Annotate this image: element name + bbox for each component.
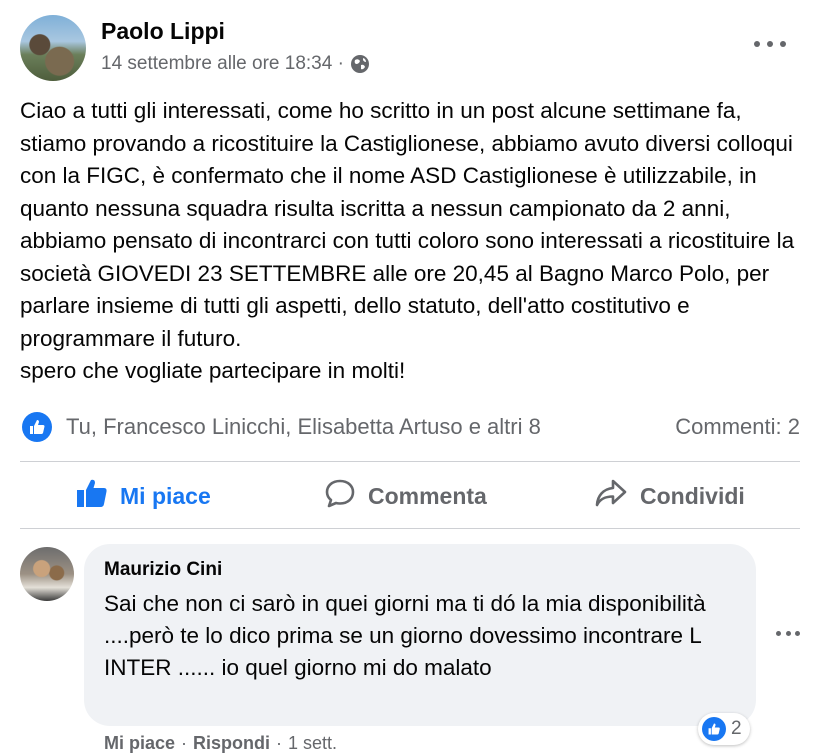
more-dot — [776, 630, 781, 636]
post-author-avatar[interactable] — [20, 15, 86, 81]
separator-dot: · — [181, 733, 188, 753]
comment-bubble: Maurizio Cini Sai che non ci sarò in que… — [84, 544, 756, 726]
comment-bubble-icon — [324, 478, 356, 514]
post-text: Ciao a tutti gli interessati, come ho sc… — [20, 98, 795, 383]
reactions-names[interactable]: Tu, Francesco Linicchi, Elisabetta Artus… — [66, 414, 541, 440]
post-options-button[interactable] — [754, 34, 786, 54]
like-button-label: Mi piace — [120, 482, 211, 509]
post-meta: 14 settembre alle ore 18:34 · — [101, 53, 370, 75]
more-dot — [785, 630, 791, 636]
separator-dot: · — [276, 733, 283, 753]
comment-like-link[interactable]: Mi piace — [104, 733, 175, 754]
share-button[interactable]: Condividi — [594, 474, 745, 518]
comment-reply-link[interactable]: Rispondi — [193, 733, 270, 754]
more-dot — [754, 41, 760, 47]
comment-text: Sai che non ci sarò in quei giorni ma ti… — [104, 591, 706, 680]
like-reaction-icon[interactable] — [22, 412, 52, 442]
globe-icon — [350, 54, 370, 74]
comment-options-button[interactable] — [776, 628, 800, 638]
comment-actions: Mi piace · Rispondi · 1 sett. — [104, 733, 337, 754]
comment-author-name[interactable]: Maurizio Cini — [104, 559, 222, 581]
more-dot — [780, 41, 786, 47]
more-dot — [767, 41, 773, 47]
comment-reactions[interactable]: 2 — [698, 713, 750, 745]
comment-author-avatar[interactable] — [20, 547, 74, 601]
thumbs-up-icon — [76, 478, 108, 514]
comment-button[interactable]: Commenta — [324, 474, 487, 518]
post-timestamp[interactable]: 14 settembre alle ore 18:34 · — [101, 53, 344, 75]
share-arrow-icon — [594, 478, 628, 514]
divider — [20, 461, 800, 462]
comment-reaction-count: 2 — [731, 718, 742, 739]
comment-button-label: Commenta — [368, 482, 487, 509]
more-dot — [795, 630, 800, 636]
like-reaction-icon — [702, 717, 726, 741]
divider — [20, 528, 800, 529]
comment-age[interactable]: 1 sett. — [288, 733, 337, 754]
like-button[interactable]: Mi piace — [76, 474, 211, 518]
share-button-label: Condividi — [640, 482, 745, 509]
post-author-name[interactable]: Paolo Lippi — [101, 18, 225, 45]
reactions-row: Tu, Francesco Linicchi, Elisabetta Artus… — [20, 408, 800, 448]
comments-count[interactable]: Commenti: 2 — [675, 414, 800, 440]
